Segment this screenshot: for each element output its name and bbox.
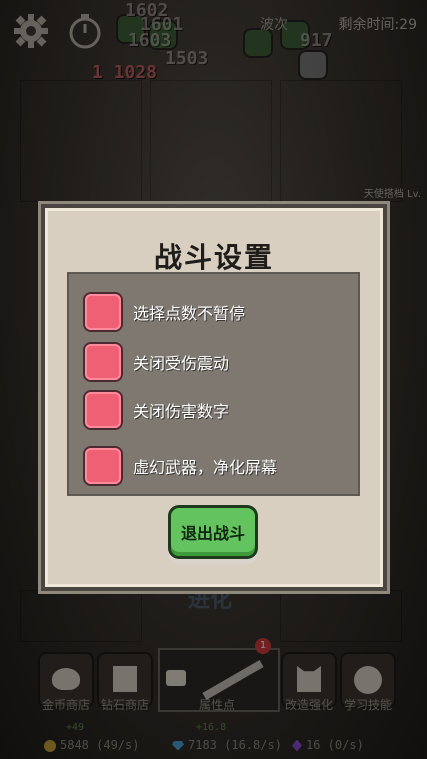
- options-panel: 选择点数不暂停 关闭受伤震动 关闭伤害数字 虚幻武器，净化屏幕: [67, 272, 360, 496]
- option-label: 虚幻武器，净化屏幕: [133, 458, 278, 477]
- option-hide-damage[interactable]: 关闭伤害数字: [85, 392, 229, 428]
- checkbox[interactable]: [85, 294, 121, 330]
- checkbox[interactable]: [85, 392, 121, 428]
- battle-settings-dialog: 战斗设置 选择点数不暂停 关闭受伤震动 关闭伤害数字 虚幻武器，净化屏幕 退出战…: [45, 208, 383, 587]
- option-disable-shake[interactable]: 关闭受伤震动: [85, 344, 229, 380]
- option-phantom-weapon[interactable]: 虚幻武器，净化屏幕: [85, 448, 277, 484]
- dialog-title: 战斗设置: [153, 241, 274, 274]
- option-label: 关闭受伤震动: [133, 354, 230, 373]
- option-label: 选择点数不暂停: [133, 304, 246, 323]
- option-label: 关闭伤害数字: [133, 402, 230, 421]
- option-no-pause[interactable]: 选择点数不暂停: [85, 294, 245, 330]
- exit-battle-button[interactable]: 退出战斗: [171, 508, 255, 556]
- checkbox[interactable]: [85, 448, 121, 484]
- checkbox[interactable]: [85, 344, 121, 380]
